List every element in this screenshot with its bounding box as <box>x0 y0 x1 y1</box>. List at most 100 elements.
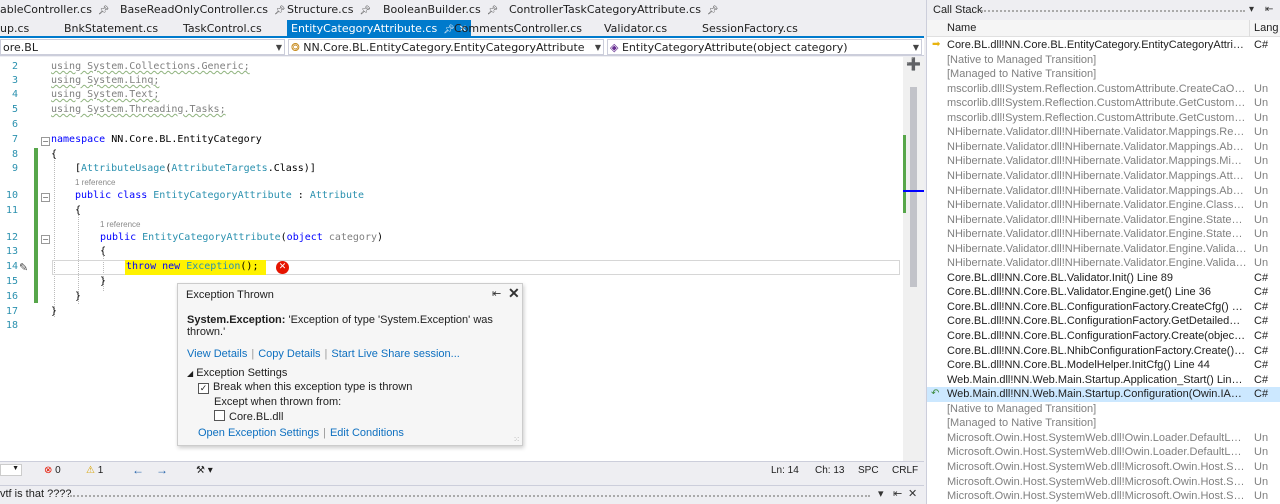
exception-thrown-popup: Exception Thrown ⇤ ✕ System.Exception: '… <box>177 283 523 446</box>
call-stack-frame[interactable]: NHibernate.Validator.dll!NHibernate.Vali… <box>927 256 1280 271</box>
call-stack-frame[interactable]: NHibernate.Validator.dll!NHibernate.Vali… <box>927 242 1280 257</box>
close-icon[interactable]: ✕ <box>908 487 917 500</box>
column-header-lang[interactable]: Lang <box>1254 22 1278 34</box>
type-dropdown[interactable]: ⭗ NN.Core.BL.EntityCategory.EntityCatego… <box>288 39 604 55</box>
call-stack-frame[interactable]: ➡ Core.BL.dll!NN.Core.BL.EntityCategory.E… <box>927 38 1280 53</box>
call-stack-frame[interactable]: ↶ Web.Main.dll!NN.Web.Main.Startup.Config… <box>927 387 1280 402</box>
open-exception-settings-link[interactable]: Open Exception Settings <box>198 427 319 439</box>
frame-language: Un <box>1254 97 1269 110</box>
popup-bottom-links: Open Exception Settings | Edit Conditions <box>198 427 404 439</box>
frame-name: [Managed to Native Transition] <box>947 417 1097 430</box>
call-stack-frame[interactable]: Microsoft.Owin.Host.SystemWeb.dll!Micros… <box>927 460 1280 475</box>
project-dropdown[interactable]: ore.BL ▼ <box>0 39 285 55</box>
whitespace-indicator[interactable]: SPC <box>858 465 879 476</box>
exception-error-icon[interactable]: ✕ <box>276 261 289 274</box>
call-stack-frame[interactable]: Core.BL.dll!NN.Core.BL.Validator.Init() … <box>927 271 1280 286</box>
tab-structure[interactable]: Structure.cs 📌︎ <box>287 0 371 20</box>
line-ending-indicator[interactable]: CRLF <box>892 465 918 476</box>
window-position-icon[interactable]: ▾ <box>878 487 884 500</box>
module-checkbox[interactable] <box>214 410 225 421</box>
call-stack-frame[interactable]: Web.Main.dll!NN.Web.Main.Startup.Applica… <box>927 373 1280 388</box>
codelens-references[interactable]: 1 reference <box>75 178 115 187</box>
copy-details-link[interactable]: Copy Details <box>258 348 320 360</box>
call-stack-frame[interactable]: NHibernate.Validator.dll!NHibernate.Vali… <box>927 184 1280 199</box>
column-divider[interactable] <box>1249 20 1250 37</box>
call-stack-frame[interactable]: NHibernate.Validator.dll!NHibernate.Vali… <box>927 198 1280 213</box>
call-stack-frame[interactable]: [Managed to Native Transition] <box>927 67 1280 82</box>
frame-language: Un <box>1254 431 1269 444</box>
drag-handle[interactable] <box>70 495 870 498</box>
pin-icon[interactable]: 📌︎ <box>487 6 498 16</box>
window-position-icon[interactable]: ▾ <box>1249 0 1254 20</box>
code-line: using System.Threading.Tasks; <box>51 104 226 115</box>
line-number: 3 <box>11 75 18 86</box>
call-stack-frame[interactable]: mscorlib.dll!System.Reflection.CustomAtt… <box>927 82 1280 97</box>
call-stack-frame[interactable]: Core.BL.dll!NN.Core.BL.ConfigurationFact… <box>927 329 1280 344</box>
call-stack-frame[interactable]: [Native to Managed Transition] <box>927 53 1280 68</box>
document-tab-strip-row2: up.cs BnkStatement.cs TaskControl.cs Ent… <box>0 20 924 38</box>
drag-handle[interactable] <box>981 10 1245 12</box>
pin-icon[interactable]: 📌︎ <box>274 6 285 16</box>
call-stack-frame[interactable]: Core.BL.dll!NN.Core.BL.ModelHelper.InitC… <box>927 358 1280 373</box>
live-share-link[interactable]: Start Live Share session... <box>331 348 459 360</box>
pin-icon[interactable]: 📌︎ <box>359 6 370 16</box>
call-stack-frame[interactable]: mscorlib.dll!System.Reflection.CustomAtt… <box>927 96 1280 111</box>
collapse-icon[interactable]: − <box>41 193 50 202</box>
split-icon[interactable]: ➕ <box>906 57 921 71</box>
column-header-name[interactable]: Name <box>947 22 976 34</box>
call-stack-frame[interactable]: Core.BL.dll!NN.Core.BL.ConfigurationFact… <box>927 314 1280 329</box>
frame-name: [Native to Managed Transition] <box>947 402 1097 415</box>
collapse-icon[interactable]: − <box>41 235 50 244</box>
back-arrow-icon[interactable]: ← <box>132 463 144 477</box>
tab-ablecontroller[interactable]: ableController.cs 📌︎ <box>0 0 109 20</box>
close-icon[interactable]: ✕ <box>508 285 520 302</box>
call-stack-frame[interactable]: Core.BL.dll!NN.Core.BL.ConfigurationFact… <box>927 300 1280 315</box>
call-stack-frame[interactable]: NHibernate.Validator.dll!NHibernate.Vali… <box>927 227 1280 242</box>
brush-icon[interactable]: ⚒ ▾ <box>196 465 213 476</box>
error-count[interactable]: ⊗ 0 <box>44 465 61 476</box>
class-icon: ⭗ <box>291 41 300 54</box>
call-stack-frame[interactable]: Core.BL.dll!NN.Core.BL.Validator.Engine.… <box>927 285 1280 300</box>
member-dropdown[interactable]: ◈ EntityCategoryAttribute(object categor… <box>607 39 922 55</box>
call-stack-frame[interactable]: Microsoft.Owin.Host.SystemWeb.dll!Micros… <box>927 489 1280 504</box>
frame-language: Un <box>1254 213 1269 226</box>
zoom-dropdown[interactable]: ▼ <box>0 464 22 476</box>
tab-basereadonlycontroller[interactable]: BaseReadOnlyController.cs 📌︎ <box>120 0 285 20</box>
scrollbar-thumb[interactable] <box>910 87 917 287</box>
pin-icon[interactable]: ⇤ <box>1265 0 1273 20</box>
line-number: 15 <box>5 276 18 287</box>
pin-icon[interactable]: 📌︎ <box>98 6 109 16</box>
exception-settings-toggle[interactable]: ◢ Exception Settings <box>187 367 287 379</box>
call-stack-frame[interactable]: Core.BL.dll!NN.Core.BL.NhibConfiguration… <box>927 344 1280 359</box>
break-when-thrown-checkbox[interactable]: ✓ <box>198 383 209 394</box>
navigation-bar: ore.BL ▼ ⭗ NN.Core.BL.EntityCategory.Enti… <box>0 38 924 56</box>
edit-conditions-link[interactable]: Edit Conditions <box>330 427 404 439</box>
collapse-icon[interactable]: − <box>41 137 50 146</box>
warning-count[interactable]: ⚠ 1 <box>86 465 103 476</box>
call-stack-frame[interactable]: NHibernate.Validator.dll!NHibernate.Vali… <box>927 213 1280 228</box>
line-number: 17 <box>5 306 18 317</box>
call-stack-frame[interactable]: NHibernate.Validator.dll!NHibernate.Vali… <box>927 169 1280 184</box>
tab-controllertaskcategoryattribute[interactable]: ControllerTaskCategoryAttribute.cs 📌︎ <box>509 0 718 20</box>
pin-icon[interactable]: 📌︎ <box>443 25 454 35</box>
call-stack-frame[interactable]: mscorlib.dll!System.Reflection.CustomAtt… <box>927 111 1280 126</box>
call-stack-frame[interactable]: Microsoft.Owin.Host.SystemWeb.dll!Owin.L… <box>927 431 1280 446</box>
document-tab-strip: ableController.cs 📌︎ BaseReadOnlyControll… <box>0 0 924 20</box>
forward-arrow-icon[interactable]: → <box>156 463 168 477</box>
call-stack-frame[interactable]: [Native to Managed Transition] <box>927 402 1280 417</box>
pin-icon[interactable]: ⇤ <box>492 287 501 300</box>
tab-booleanbuilder[interactable]: BooleanBuilder.cs 📌︎ <box>383 0 498 20</box>
method-icon: ◈ <box>610 41 619 54</box>
view-details-link[interactable]: View Details <box>187 348 247 360</box>
call-stack-frame[interactable]: NHibernate.Validator.dll!NHibernate.Vali… <box>927 140 1280 155</box>
pin-icon[interactable]: ⇤ <box>893 487 902 500</box>
codelens-references[interactable]: 1 reference <box>100 220 140 229</box>
vertical-scrollbar[interactable] <box>903 57 924 461</box>
resize-grip-icon[interactable]: ⁙ <box>513 435 520 444</box>
call-stack-frame[interactable]: [Managed to Native Transition] <box>927 416 1280 431</box>
call-stack-frame[interactable]: NHibernate.Validator.dll!NHibernate.Vali… <box>927 154 1280 169</box>
call-stack-frame[interactable]: Microsoft.Owin.Host.SystemWeb.dll!Owin.L… <box>927 445 1280 460</box>
call-stack-frame[interactable]: Microsoft.Owin.Host.SystemWeb.dll!Micros… <box>927 475 1280 490</box>
call-stack-frame[interactable]: NHibernate.Validator.dll!NHibernate.Vali… <box>927 125 1280 140</box>
pin-icon[interactable]: 📌︎ <box>707 6 718 16</box>
